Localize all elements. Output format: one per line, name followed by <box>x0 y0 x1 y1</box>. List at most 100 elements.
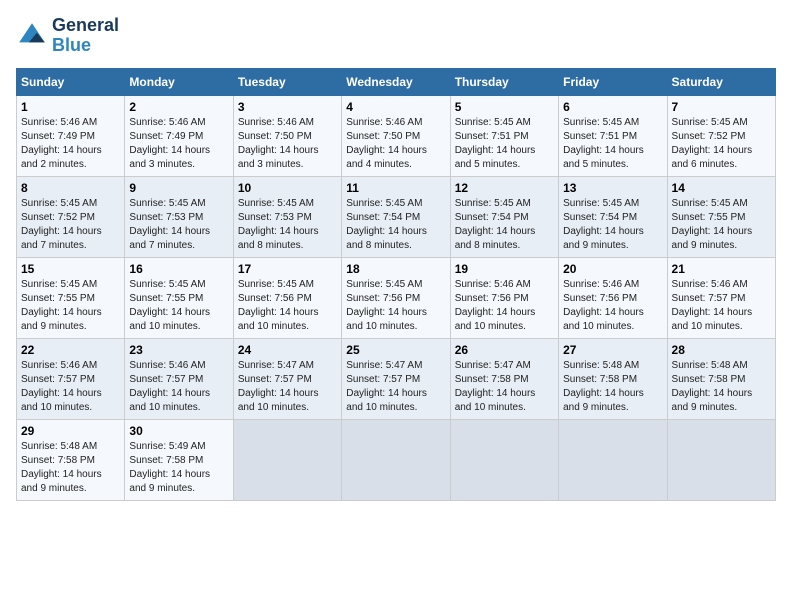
day-number: 6 <box>563 100 662 114</box>
day-info: Sunrise: 5:45 AMSunset: 7:52 PMDaylight:… <box>672 116 771 172</box>
day-number: 3 <box>238 100 337 114</box>
table-cell: 11 Sunrise: 5:45 AMSunset: 7:54 PMDayligh… <box>342 176 450 257</box>
day-number: 23 <box>129 343 228 357</box>
table-cell: 7 Sunrise: 5:45 AMSunset: 7:52 PMDaylight… <box>667 95 775 176</box>
day-info: Sunrise: 5:46 AMSunset: 7:57 PMDaylight:… <box>129 359 228 415</box>
day-info: Sunrise: 5:46 AMSunset: 7:50 PMDaylight:… <box>238 116 337 172</box>
table-cell: 28 Sunrise: 5:48 AMSunset: 7:58 PMDayligh… <box>667 338 775 419</box>
table-cell: 5Sunrise: 5:45 AMSunset: 7:51 PMDaylight… <box>450 95 558 176</box>
day-info: Sunrise: 5:45 AMSunset: 7:54 PMDaylight:… <box>563 197 662 253</box>
day-number: 20 <box>563 262 662 276</box>
day-info: Sunrise: 5:46 AMSunset: 7:56 PMDaylight:… <box>455 278 554 334</box>
day-number: 1 <box>21 100 120 114</box>
day-info: Sunrise: 5:48 AMSunset: 7:58 PMDaylight:… <box>672 359 771 415</box>
table-cell: 23 Sunrise: 5:46 AMSunset: 7:57 PMDayligh… <box>125 338 233 419</box>
table-cell: 21 Sunrise: 5:46 AMSunset: 7:57 PMDayligh… <box>667 257 775 338</box>
calendar-body: 1 Sunrise: 5:46 AMSunset: 7:49 PMDaylight… <box>17 95 776 500</box>
day-number: 24 <box>238 343 337 357</box>
day-info: Sunrise: 5:46 AMSunset: 7:50 PMDaylight:… <box>346 116 445 172</box>
day-number: 16 <box>129 262 228 276</box>
table-row: 29Sunrise: 5:48 AMSunset: 7:58 PMDayligh… <box>17 419 776 500</box>
day-number: 19 <box>455 262 554 276</box>
table-cell: 15 Sunrise: 5:45 AMSunset: 7:55 PMDayligh… <box>17 257 125 338</box>
day-number: 25 <box>346 343 445 357</box>
day-number: 13 <box>563 181 662 195</box>
day-number: 2 <box>129 100 228 114</box>
table-cell: 1 Sunrise: 5:46 AMSunset: 7:49 PMDaylight… <box>17 95 125 176</box>
day-number: 4 <box>346 100 445 114</box>
day-info: Sunrise: 5:45 AMSunset: 7:51 PMDaylight:… <box>455 116 554 172</box>
page-header: General Blue <box>16 16 776 56</box>
day-number: 10 <box>238 181 337 195</box>
table-cell: 18 Sunrise: 5:45 AMSunset: 7:56 PMDayligh… <box>342 257 450 338</box>
table-cell: 6 Sunrise: 5:45 AMSunset: 7:51 PMDaylight… <box>559 95 667 176</box>
day-info: Sunrise: 5:45 AMSunset: 7:56 PMDaylight:… <box>346 278 445 334</box>
table-row: 15 Sunrise: 5:45 AMSunset: 7:55 PMDayligh… <box>17 257 776 338</box>
col-monday: Monday <box>125 68 233 95</box>
header-row: Sunday Monday Tuesday Wednesday Thursday… <box>17 68 776 95</box>
day-number: 29 <box>21 424 120 438</box>
table-cell: 10 Sunrise: 5:45 AMSunset: 7:53 PMDayligh… <box>233 176 341 257</box>
table-cell: 27 Sunrise: 5:48 AMSunset: 7:58 PMDayligh… <box>559 338 667 419</box>
col-thursday: Thursday <box>450 68 558 95</box>
table-cell: 14 Sunrise: 5:45 AMSunset: 7:55 PMDayligh… <box>667 176 775 257</box>
table-cell: 2 Sunrise: 5:46 AMSunset: 7:49 PMDaylight… <box>125 95 233 176</box>
logo: General Blue <box>16 16 119 56</box>
table-cell: 9 Sunrise: 5:45 AMSunset: 7:53 PMDaylight… <box>125 176 233 257</box>
table-cell: 16 Sunrise: 5:45 AMSunset: 7:55 PMDayligh… <box>125 257 233 338</box>
day-number: 7 <box>672 100 771 114</box>
table-cell: 20 Sunrise: 5:46 AMSunset: 7:56 PMDayligh… <box>559 257 667 338</box>
day-info: Sunrise: 5:45 AMSunset: 7:52 PMDaylight:… <box>21 197 120 253</box>
table-cell: 26Sunrise: 5:47 AMSunset: 7:58 PMDayligh… <box>450 338 558 419</box>
day-number: 27 <box>563 343 662 357</box>
day-info: Sunrise: 5:46 AMSunset: 7:57 PMDaylight:… <box>21 359 120 415</box>
day-number: 14 <box>672 181 771 195</box>
day-number: 21 <box>672 262 771 276</box>
table-cell <box>559 419 667 500</box>
day-number: 11 <box>346 181 445 195</box>
day-info: Sunrise: 5:45 AMSunset: 7:55 PMDaylight:… <box>672 197 771 253</box>
table-cell: 8Sunrise: 5:45 AMSunset: 7:52 PMDaylight… <box>17 176 125 257</box>
day-info: Sunrise: 5:47 AMSunset: 7:58 PMDaylight:… <box>455 359 554 415</box>
logo-text: General Blue <box>52 16 119 56</box>
table-cell: 24Sunrise: 5:47 AMSunset: 7:57 PMDayligh… <box>233 338 341 419</box>
day-info: Sunrise: 5:45 AMSunset: 7:55 PMDaylight:… <box>129 278 228 334</box>
calendar-table: Sunday Monday Tuesday Wednesday Thursday… <box>16 68 776 501</box>
day-number: 22 <box>21 343 120 357</box>
day-number: 12 <box>455 181 554 195</box>
day-number: 18 <box>346 262 445 276</box>
day-number: 17 <box>238 262 337 276</box>
day-info: Sunrise: 5:45 AMSunset: 7:53 PMDaylight:… <box>238 197 337 253</box>
day-info: Sunrise: 5:46 AMSunset: 7:49 PMDaylight:… <box>21 116 120 172</box>
day-info: Sunrise: 5:45 AMSunset: 7:55 PMDaylight:… <box>21 278 120 334</box>
col-wednesday: Wednesday <box>342 68 450 95</box>
table-row: 22 Sunrise: 5:46 AMSunset: 7:57 PMDayligh… <box>17 338 776 419</box>
day-info: Sunrise: 5:46 AMSunset: 7:57 PMDaylight:… <box>672 278 771 334</box>
table-cell: 29Sunrise: 5:48 AMSunset: 7:58 PMDayligh… <box>17 419 125 500</box>
table-cell: 13 Sunrise: 5:45 AMSunset: 7:54 PMDayligh… <box>559 176 667 257</box>
day-info: Sunrise: 5:45 AMSunset: 7:51 PMDaylight:… <box>563 116 662 172</box>
day-info: Sunrise: 5:46 AMSunset: 7:56 PMDaylight:… <box>563 278 662 334</box>
day-info: Sunrise: 5:45 AMSunset: 7:54 PMDaylight:… <box>346 197 445 253</box>
table-cell: 4 Sunrise: 5:46 AMSunset: 7:50 PMDaylight… <box>342 95 450 176</box>
day-info: Sunrise: 5:46 AMSunset: 7:49 PMDaylight:… <box>129 116 228 172</box>
day-info: Sunrise: 5:45 AMSunset: 7:53 PMDaylight:… <box>129 197 228 253</box>
day-number: 28 <box>672 343 771 357</box>
table-cell: 25 Sunrise: 5:47 AMSunset: 7:57 PMDayligh… <box>342 338 450 419</box>
logo-icon <box>16 20 48 52</box>
table-cell: 22 Sunrise: 5:46 AMSunset: 7:57 PMDayligh… <box>17 338 125 419</box>
table-cell: 12Sunrise: 5:45 AMSunset: 7:54 PMDayligh… <box>450 176 558 257</box>
col-sunday: Sunday <box>17 68 125 95</box>
day-number: 9 <box>129 181 228 195</box>
table-cell <box>450 419 558 500</box>
table-cell <box>342 419 450 500</box>
day-number: 30 <box>129 424 228 438</box>
table-cell: 19 Sunrise: 5:46 AMSunset: 7:56 PMDayligh… <box>450 257 558 338</box>
table-cell: 17Sunrise: 5:45 AMSunset: 7:56 PMDayligh… <box>233 257 341 338</box>
day-number: 15 <box>21 262 120 276</box>
day-info: Sunrise: 5:48 AMSunset: 7:58 PMDaylight:… <box>563 359 662 415</box>
table-cell: 30Sunrise: 5:49 AMSunset: 7:58 PMDayligh… <box>125 419 233 500</box>
col-friday: Friday <box>559 68 667 95</box>
day-info: Sunrise: 5:47 AMSunset: 7:57 PMDaylight:… <box>346 359 445 415</box>
col-saturday: Saturday <box>667 68 775 95</box>
